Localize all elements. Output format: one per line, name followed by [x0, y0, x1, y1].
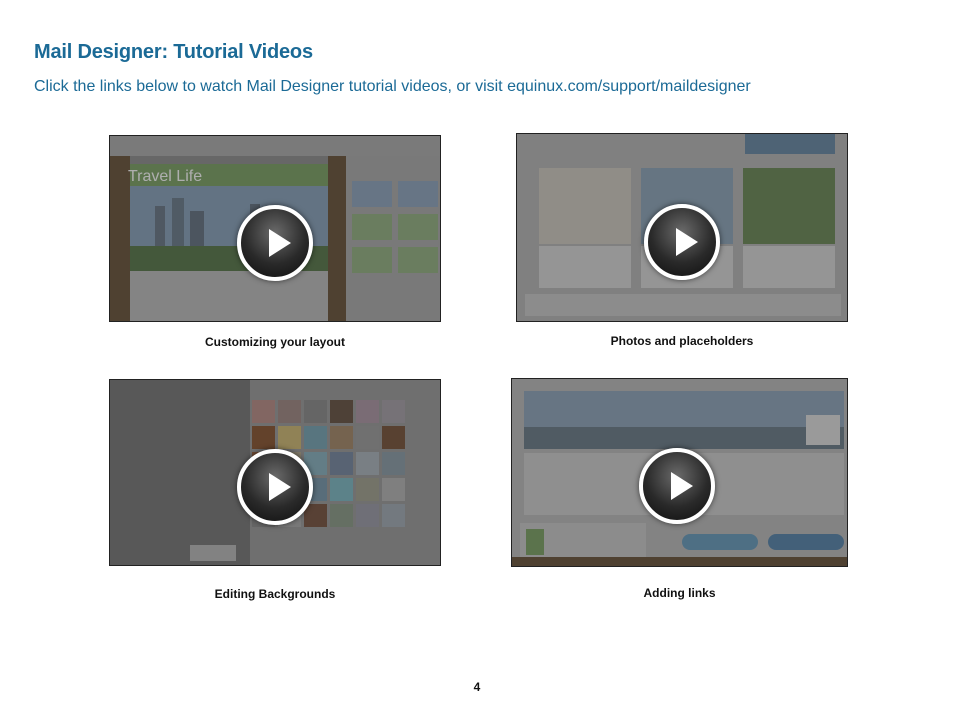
- video-caption[interactable]: Adding links: [511, 586, 848, 600]
- play-icon[interactable]: [237, 449, 313, 525]
- play-icon[interactable]: [644, 204, 720, 280]
- play-icon[interactable]: [639, 448, 715, 524]
- page-title: Mail Designer: Tutorial Videos: [34, 41, 313, 63]
- video-customizing-layout[interactable]: Travel Life Customizing your layout: [109, 135, 441, 349]
- video-caption[interactable]: Editing Backgrounds: [109, 587, 441, 601]
- video-caption[interactable]: Customizing your layout: [109, 335, 441, 349]
- video-adding-links[interactable]: Adding links: [511, 378, 848, 600]
- video-photos-placeholders[interactable]: Photos and placeholders: [516, 133, 848, 348]
- play-icon[interactable]: [237, 205, 313, 281]
- page-number: 4: [473, 680, 481, 694]
- video-caption[interactable]: Photos and placeholders: [516, 334, 848, 348]
- video-editing-backgrounds[interactable]: Editing Backgrounds: [109, 379, 441, 601]
- page-subtitle: Click the links below to watch Mail Desi…: [34, 78, 751, 95]
